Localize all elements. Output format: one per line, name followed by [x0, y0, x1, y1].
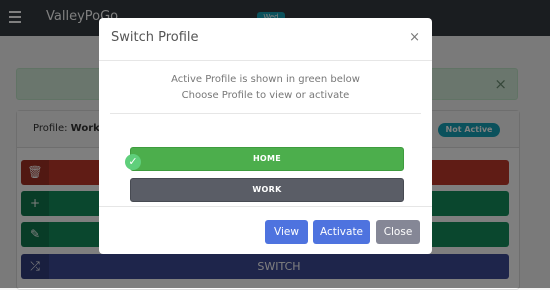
modal-footer: View Activate Close: [99, 206, 432, 255]
modal-message: Active Profile is shown in green below C…: [99, 72, 432, 104]
modal-message-line-2: Choose Profile to view or activate: [181, 90, 350, 101]
switch-profile-modal: Switch Profile × Active Profile is shown…: [99, 18, 432, 254]
modal-header: Switch Profile ×: [99, 18, 432, 61]
profile-home-button[interactable]: HOME: [130, 147, 404, 171]
close-icon[interactable]: ×: [409, 30, 420, 45]
profile-work-button[interactable]: WORK: [130, 178, 404, 202]
activate-button[interactable]: Activate: [313, 220, 370, 244]
modal-message-line-1: Active Profile is shown in green below: [171, 74, 360, 85]
selected-check-icon: ✓: [125, 154, 141, 170]
close-button[interactable]: Close: [376, 220, 420, 244]
modal-title: Switch Profile: [111, 30, 199, 45]
view-button[interactable]: View: [265, 220, 308, 244]
modal-body: Active Profile is shown in green below C…: [99, 61, 432, 205]
modal-divider: [110, 113, 421, 114]
